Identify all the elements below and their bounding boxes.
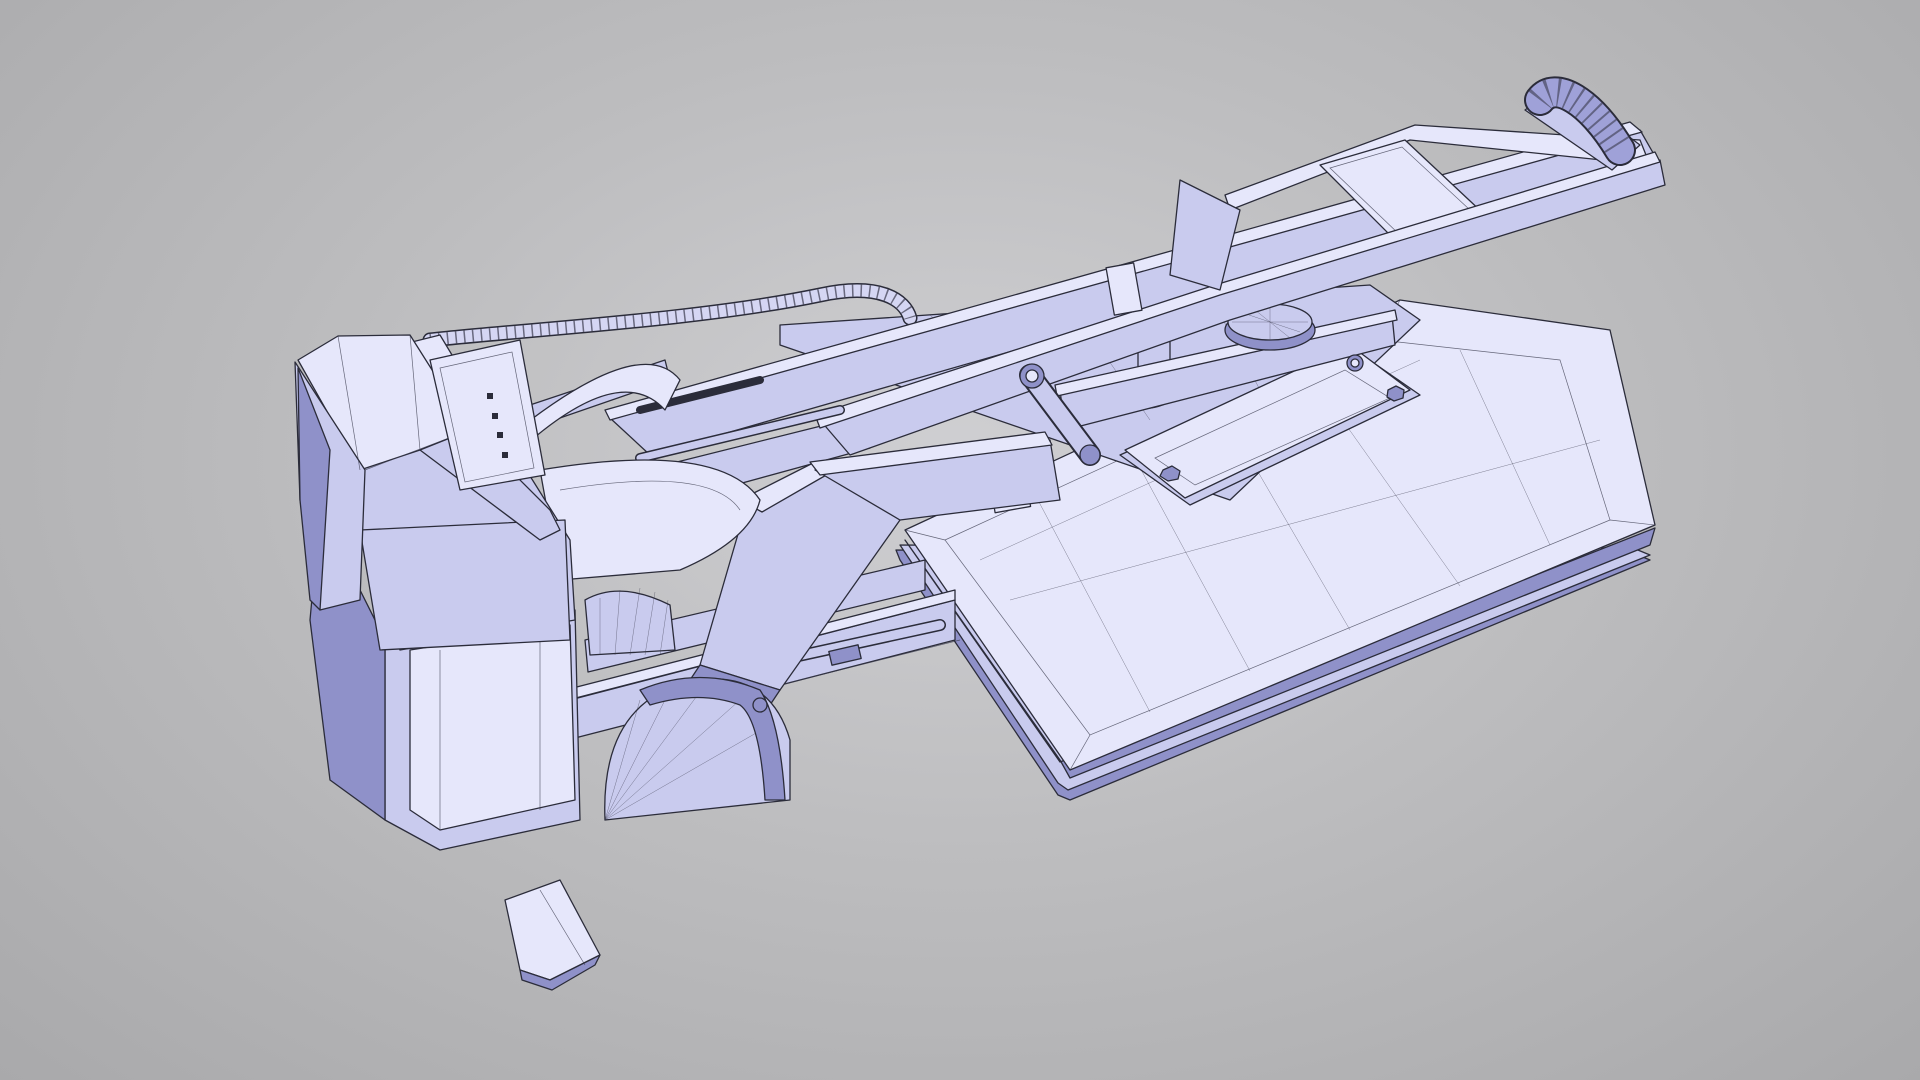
indicator-hole-2-icon bbox=[492, 413, 498, 419]
indicator-hole-1-icon bbox=[487, 393, 493, 399]
indicator-hole-4-icon bbox=[502, 452, 508, 458]
indicator-hole-3-icon bbox=[497, 432, 503, 438]
render-viewport bbox=[0, 0, 1920, 1080]
pivot-bolt-2 bbox=[752, 697, 768, 713]
heat-press-model bbox=[294, 76, 1666, 991]
base-foot bbox=[504, 879, 601, 991]
pivot-segment-upper bbox=[584, 587, 676, 656]
